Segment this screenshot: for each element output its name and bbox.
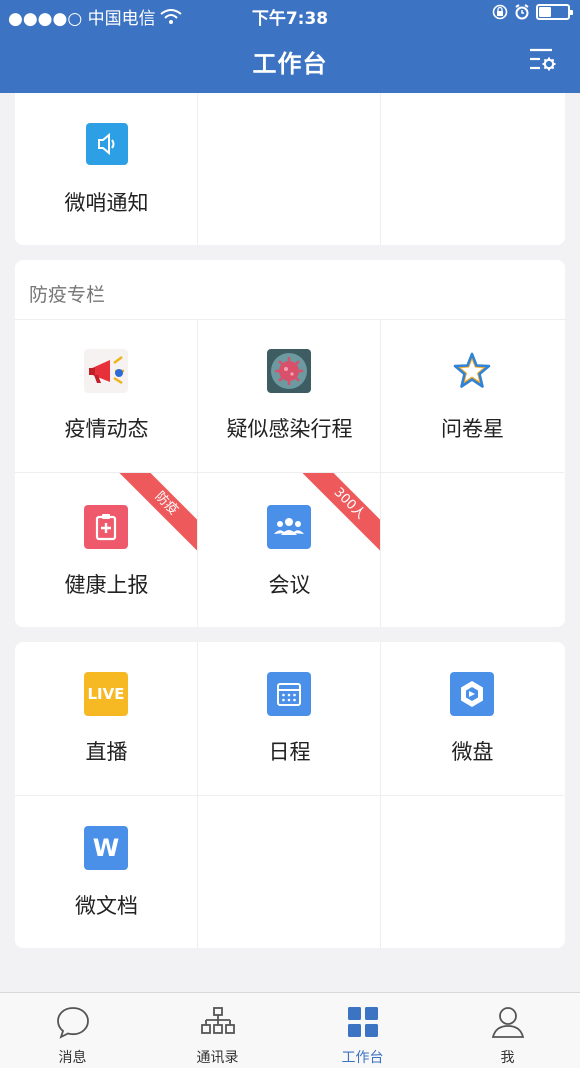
card-tools: LIVE 直播 日程 微盘 W 微文档 — [15, 642, 565, 948]
top-bar: ●●●●○ 中国电信 下午7:38 工作台 — [0, 0, 580, 93]
alarm-icon — [515, 4, 529, 20]
app-label: 疫情动态 — [64, 417, 149, 441]
app-label: 日程 — [268, 740, 311, 764]
star-icon — [450, 349, 494, 393]
empty-cell — [198, 93, 381, 245]
app-meeting[interactable]: 300人 会议 — [198, 473, 381, 627]
document-icon: W — [84, 826, 128, 870]
bottom-tab-bar: 消息 通讯录 工作台 我 — [0, 992, 580, 1068]
ribbon-badge: 300人 — [302, 473, 380, 551]
status-bar: ●●●●○ 中国电信 下午7:38 — [0, 0, 580, 30]
grid-icon — [348, 1007, 378, 1037]
ribbon-badge: 防疫 — [119, 473, 197, 551]
app-label: 微盘 — [451, 740, 494, 764]
app-label: 健康上报 — [64, 573, 149, 597]
person-icon — [491, 1007, 525, 1038]
app-live[interactable]: LIVE 直播 — [15, 642, 198, 796]
page-title: 工作台 — [252, 50, 328, 78]
card-epidemic: 防疫专栏 疫情动态 疑似感染行程 问卷星 防疫 健康上报 300人 会议 — [15, 260, 565, 627]
tab-label: 工作台 — [341, 1050, 384, 1066]
app-weishao-notice[interactable]: 微哨通知 — [15, 93, 198, 245]
app-label: 疑似感染行程 — [226, 417, 353, 441]
chat-bubble-icon — [57, 1007, 89, 1039]
cloud-disk-icon — [450, 672, 494, 716]
tab-workbench[interactable]: 工作台 — [290, 993, 435, 1068]
battery-icon — [536, 4, 573, 20]
empty-cell — [198, 796, 381, 948]
health-report-icon — [84, 505, 128, 549]
meeting-icon — [267, 505, 311, 549]
app-weidoc[interactable]: W 微文档 — [15, 796, 198, 948]
calendar-icon — [267, 672, 311, 716]
app-suspected-trip[interactable]: 疑似感染行程 — [198, 319, 381, 473]
live-icon: LIVE — [84, 672, 128, 716]
tab-label: 通讯录 — [196, 1050, 239, 1066]
rotation-lock-icon — [492, 4, 508, 20]
app-epidemic-news[interactable]: 疫情动态 — [15, 319, 198, 473]
app-label: 问卷星 — [441, 417, 504, 441]
app-schedule[interactable]: 日程 — [198, 642, 381, 796]
app-health-report[interactable]: 防疫 健康上报 — [15, 473, 198, 627]
app-label: 微哨通知 — [64, 191, 149, 215]
virus-icon — [267, 349, 311, 393]
speaker-icon — [86, 123, 128, 165]
settings-list-icon — [530, 48, 556, 71]
section-title: 防疫专栏 — [29, 284, 106, 306]
live-icon-text: LIVE — [87, 685, 125, 703]
tab-me[interactable]: 我 — [435, 993, 580, 1068]
app-label: 微文档 — [75, 894, 138, 918]
app-label: 会议 — [268, 573, 311, 597]
app-weipan[interactable]: 微盘 — [381, 642, 564, 796]
tab-label: 我 — [500, 1050, 515, 1066]
tab-contacts[interactable]: 通讯录 — [145, 993, 290, 1068]
empty-cell — [381, 473, 564, 627]
app-wenjuanxing[interactable]: 问卷星 — [381, 319, 564, 473]
megaphone-icon — [84, 349, 128, 393]
org-chart-icon — [201, 1007, 235, 1034]
empty-cell — [381, 93, 564, 245]
document-icon-text: W — [92, 834, 120, 862]
app-label: 直播 — [85, 740, 128, 764]
tab-label: 消息 — [58, 1050, 87, 1066]
settings-button[interactable] — [528, 46, 558, 74]
tab-messages[interactable]: 消息 — [0, 993, 145, 1068]
empty-cell — [381, 796, 564, 948]
card-notifications: 微哨通知 — [15, 93, 565, 245]
